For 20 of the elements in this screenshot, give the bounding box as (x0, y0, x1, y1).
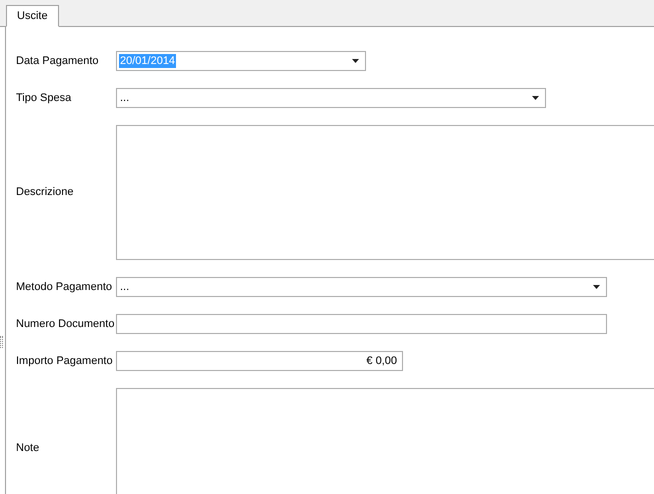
field-value: 20/01/2014 (119, 54, 176, 68)
field-label: Data Pagamento (16, 54, 100, 69)
field-value: ... (119, 280, 130, 294)
splitter-grip-icon[interactable] (0, 336, 3, 348)
dropdown-field[interactable]: ... (116, 88, 546, 108)
field-label: Tipo Spesa (16, 90, 72, 106)
dropdown-arrow-icon (532, 96, 539, 100)
field-value: € 0,00 (365, 354, 398, 368)
dropdown-field[interactable]: ... (116, 277, 607, 297)
dropdown-arrow-icon (593, 285, 600, 289)
tab[interactable]: Uscite (6, 5, 59, 27)
dropdown-arrow-icon (352, 59, 359, 63)
field-label: Metodo Pagamento (16, 280, 114, 295)
field-value: ... (119, 91, 130, 105)
field-label: Importo Pagamento (16, 354, 114, 369)
field-label: Note (16, 440, 40, 456)
amount-field[interactable]: € 0,00 (116, 351, 403, 371)
field-label: Descrizione (16, 185, 74, 200)
input-field[interactable] (116, 314, 607, 334)
field-label: Numero Documento (16, 316, 116, 332)
